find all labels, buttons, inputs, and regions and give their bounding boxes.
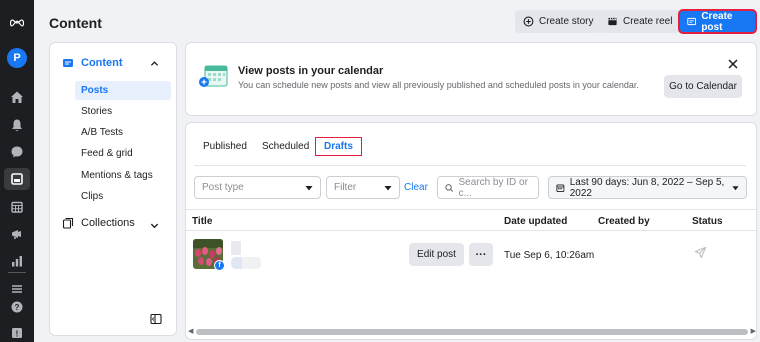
search-placeholder: Search by ID or c... <box>458 176 528 199</box>
insights-icon[interactable] <box>4 250 30 272</box>
collections-icon <box>62 217 74 229</box>
boost-icon[interactable] <box>694 246 707 259</box>
nav-item-posts[interactable]: Posts <box>75 81 171 100</box>
collections-label: Collections <box>81 217 135 229</box>
svg-text:?: ? <box>15 303 20 312</box>
banner-title: View posts in your calendar <box>238 65 384 77</box>
posts-panel: Published Scheduled Drafts Post type Fil… <box>185 122 757 340</box>
reel-icon <box>608 17 617 26</box>
filter-select[interactable]: Filter <box>326 176 400 199</box>
chevron-up-icon[interactable] <box>150 59 159 68</box>
help-icon[interactable]: ? <box>4 296 30 318</box>
column-title[interactable]: Title <box>192 216 212 227</box>
table-row[interactable]: f Edit post ··· Tue Sep 6, 10:26am <box>186 233 756 277</box>
caret-down-icon <box>384 185 392 190</box>
home-icon[interactable] <box>4 86 30 108</box>
create-reel-label: Create reel <box>623 16 673 27</box>
chevron-down-icon[interactable] <box>150 221 159 230</box>
avatar[interactable]: P <box>7 48 27 68</box>
planner-icon[interactable] <box>4 196 30 218</box>
facebook-icon: f <box>214 260 225 271</box>
create-reel-button[interactable]: Create reel <box>599 10 681 33</box>
nav-item-stories[interactable]: Stories <box>75 102 171 121</box>
ads-icon[interactable] <box>4 223 30 245</box>
close-icon[interactable] <box>728 59 738 69</box>
content-icon[interactable] <box>4 168 30 190</box>
messages-icon[interactable] <box>4 141 30 163</box>
calendar-icon <box>556 184 565 192</box>
report-icon[interactable]: ! <box>4 322 30 342</box>
redacted-title <box>231 241 241 255</box>
calendar-illustration-icon <box>199 65 228 87</box>
row-date-updated: Tue Sep 6, 10:26am <box>504 250 595 261</box>
story-icon <box>523 16 534 27</box>
collapse-sidebar-icon[interactable] <box>150 313 162 325</box>
scroll-right-icon[interactable]: ▶ <box>751 328 756 336</box>
search-input[interactable]: Search by ID or c... <box>437 176 539 199</box>
redacted-author <box>231 257 261 269</box>
meta-logo-icon[interactable] <box>4 12 30 34</box>
content-nav: Content Posts Stories A/B Tests Feed & g… <box>49 42 177 336</box>
nav-item-clips[interactable]: Clips <box>75 187 171 206</box>
caret-down-icon <box>732 185 739 190</box>
tabs-divider <box>194 165 746 166</box>
column-status[interactable]: Status <box>692 216 723 227</box>
tab-scheduled[interactable]: Scheduled <box>262 137 309 156</box>
nav-item-ab-tests[interactable]: A/B Tests <box>75 123 171 142</box>
scroll-left-icon[interactable]: ◀ <box>188 328 193 336</box>
date-range-label: Last 90 days: Jun 8, 2022 – Sep 5, 2022 <box>569 176 725 199</box>
create-story-button[interactable]: Create story <box>515 10 602 33</box>
scrollbar-thumb[interactable] <box>196 329 748 335</box>
notifications-icon[interactable] <box>4 114 30 136</box>
search-icon <box>445 183 454 192</box>
go-to-calendar-button[interactable]: Go to Calendar <box>664 75 742 98</box>
banner-description: You can schedule new posts and view all … <box>238 80 639 90</box>
left-rail: P ? ! <box>0 0 34 342</box>
filter-label: Filter <box>334 182 357 193</box>
caret-down-icon <box>305 185 313 190</box>
nav-item-feed-grid[interactable]: Feed & grid <box>75 144 171 163</box>
page-title: Content <box>49 15 102 31</box>
create-post-label: Create post <box>701 10 733 33</box>
post-icon <box>687 17 697 26</box>
create-post-button[interactable]: Create post <box>678 9 757 34</box>
date-range-picker[interactable]: Last 90 days: Jun 8, 2022 – Sep 5, 2022 <box>548 176 747 199</box>
more-options-button[interactable]: ··· <box>469 243 493 266</box>
post-type-select[interactable]: Post type <box>194 176 321 199</box>
tab-drafts[interactable]: Drafts <box>315 137 362 156</box>
edit-post-button[interactable]: Edit post <box>409 243 464 266</box>
column-date-updated[interactable]: Date updated <box>504 216 567 227</box>
nav-section-content[interactable]: Content <box>62 57 123 69</box>
nav-section-label: Content <box>81 57 123 69</box>
tab-published[interactable]: Published <box>203 137 247 156</box>
nav-section-collections[interactable]: Collections <box>62 217 135 229</box>
nav-item-mentions-tags[interactable]: Mentions & tags <box>75 166 171 185</box>
create-story-label: Create story <box>539 16 594 27</box>
rail-divider <box>8 272 26 273</box>
table-header: Title Date updated Created by Status <box>186 209 756 231</box>
clear-filters-link[interactable]: Clear <box>404 182 428 193</box>
column-created-by[interactable]: Created by <box>598 216 650 227</box>
content-section-icon <box>63 59 73 67</box>
post-type-label: Post type <box>202 182 244 193</box>
calendar-banner: View posts in your calendar You can sche… <box>185 42 757 116</box>
svg-text:!: ! <box>16 330 19 339</box>
horizontal-scrollbar[interactable]: ◀ ▶ <box>186 328 756 336</box>
